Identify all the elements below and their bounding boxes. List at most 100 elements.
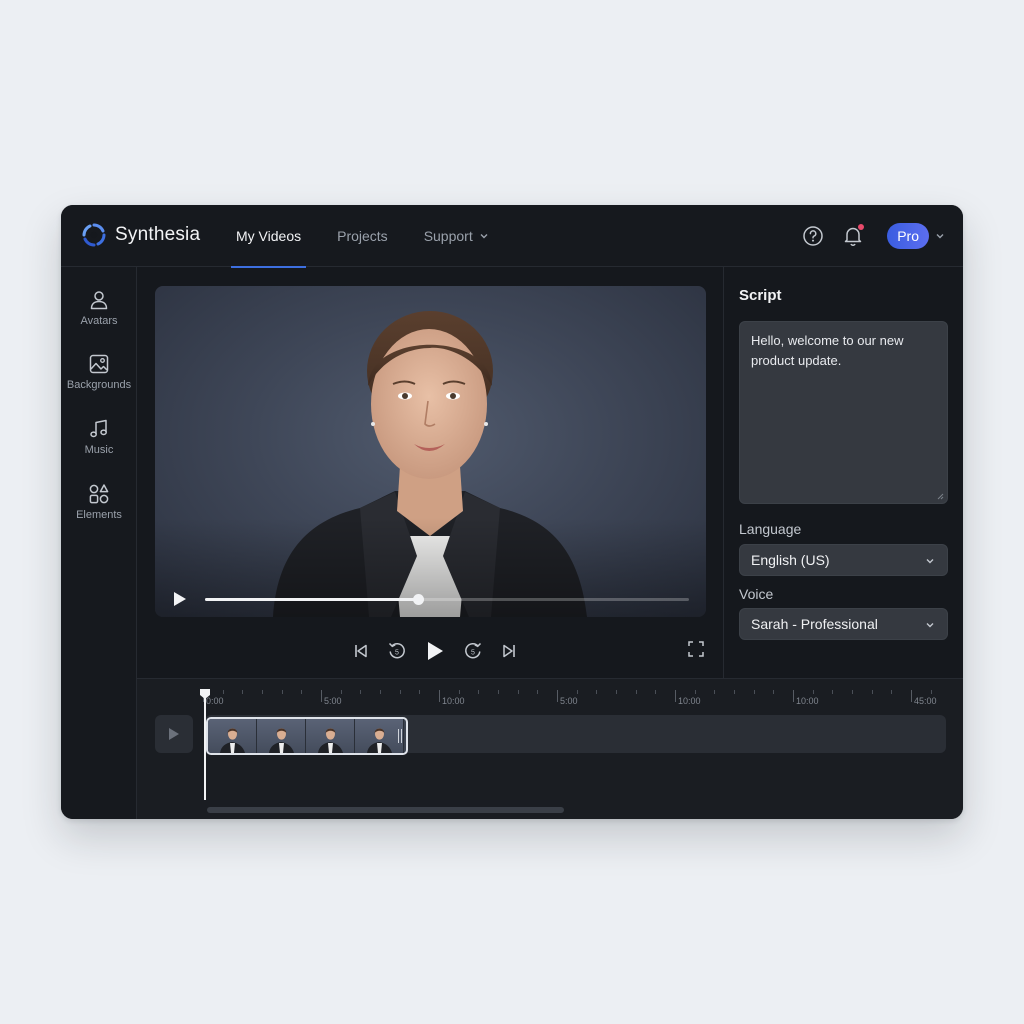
script-text: Hello, welcome to our new product update… [751, 333, 904, 368]
resize-grip-icon[interactable] [936, 492, 944, 500]
preview-overlay [155, 286, 706, 617]
voice-label: Voice [739, 586, 774, 602]
sidebar-item-avatars[interactable]: Avatars [61, 289, 137, 327]
language-select[interactable]: English (US) [739, 544, 948, 576]
ruler-label: 5:00 [324, 696, 342, 706]
playback-controls: 5 5 [349, 637, 533, 665]
ruler-minor-tick [576, 690, 578, 694]
sidebar-item-label: Elements [76, 509, 122, 521]
script-textarea[interactable]: Hello, welcome to our new product update… [739, 321, 948, 504]
timeline[interactable]: 0:00 5:00 10:00 5:00 10:00 10:00 45:00 [137, 678, 963, 819]
sidebar-item-label: Music [84, 444, 114, 456]
voice-select[interactable]: Sarah - Professional [739, 608, 948, 640]
play-icon [428, 642, 443, 660]
ruler-minor-tick [242, 690, 244, 694]
ruler-label: 10:00 [442, 696, 465, 706]
ruler-minor-tick [891, 690, 893, 694]
language-value: English (US) [751, 552, 830, 568]
ruler-minor-tick [655, 690, 657, 694]
top-bar: Synthesia My Videos Projects Support Pro [61, 205, 963, 268]
ruler-minor-tick [812, 690, 814, 694]
track-play-button[interactable] [155, 715, 193, 753]
ruler-major-tick [321, 690, 322, 702]
notifications-button[interactable] [839, 222, 867, 250]
synthesia-logo-icon [82, 223, 106, 247]
ruler-minor-tick [832, 690, 834, 694]
sidebar-item-label: Avatars [80, 315, 118, 327]
ruler-minor-tick [281, 690, 283, 694]
brand-name: Synthesia [115, 224, 201, 245]
user-icon [90, 291, 108, 310]
nav-my-videos-label: My Videos [236, 228, 302, 244]
ruler-minor-tick [399, 690, 401, 694]
panel-title: Script [739, 287, 782, 304]
video-progress-bar[interactable] [205, 594, 689, 605]
timeline-scrollbar[interactable] [207, 807, 564, 813]
forward-button[interactable]: 5 [461, 639, 485, 663]
timeline-ruler[interactable]: 0:00 5:00 10:00 5:00 10:00 10:00 45:00 [203, 687, 938, 709]
account-menu[interactable]: Pro [887, 223, 929, 249]
ruler-minor-tick [635, 690, 637, 694]
sidebar-item-label: Backgrounds [66, 379, 132, 391]
progress-fill [205, 598, 418, 601]
play-icon [169, 728, 179, 740]
ruler-minor-tick [734, 690, 735, 694]
video-preview[interactable] [155, 286, 706, 617]
nav-projects[interactable]: Projects [332, 205, 393, 267]
svg-text:5: 5 [471, 650, 475, 657]
ruler-label: 10:00 [678, 696, 701, 706]
skip-forward-icon [503, 644, 515, 658]
script-panel: Script Hello, welcome to our new product… [723, 267, 963, 678]
ruler-minor-tick [262, 690, 263, 694]
ruler-minor-tick [380, 690, 381, 694]
ruler-minor-tick [340, 690, 342, 694]
play-button[interactable] [421, 637, 449, 665]
svg-text:5: 5 [395, 650, 399, 657]
rewind-button[interactable]: 5 [385, 639, 409, 663]
playhead[interactable] [204, 693, 206, 800]
skip-back-icon [355, 644, 367, 658]
video-clip[interactable] [206, 717, 408, 755]
image-icon [89, 354, 109, 374]
ruler-major-tick [439, 690, 440, 702]
sidebar-item-music[interactable]: Music [61, 418, 137, 456]
ruler-major-tick [557, 690, 558, 702]
chevron-down-icon [926, 559, 934, 564]
sidebar-item-backgrounds[interactable]: Backgrounds [61, 353, 137, 391]
skip-forward-button[interactable] [497, 639, 521, 663]
help-circle-icon [803, 226, 823, 246]
plan-badge: Pro [897, 228, 919, 244]
play-icon[interactable] [173, 591, 187, 607]
language-label: Language [739, 521, 802, 537]
ruler-major-tick [675, 690, 676, 702]
nav-projects-label: Projects [337, 228, 388, 244]
playhead-handle[interactable] [199, 688, 211, 700]
sidebar-item-elements[interactable]: Elements [61, 483, 137, 521]
left-sidebar: Avatars Backgrounds Music Elements [61, 267, 137, 819]
progress-handle[interactable] [412, 594, 424, 605]
clip-thumbnail [208, 719, 257, 753]
chevron-down-icon[interactable] [935, 231, 945, 241]
ruler-minor-tick [852, 690, 853, 694]
ruler-label: 45:00 [914, 696, 937, 706]
skip-back-button[interactable] [349, 639, 373, 663]
clip-trim-handle[interactable] [398, 729, 402, 743]
brand-logo[interactable]: Synthesia [81, 222, 200, 248]
clip-thumbnail [306, 719, 355, 753]
nav-my-videos[interactable]: My Videos [231, 205, 307, 268]
help-button[interactable] [799, 222, 827, 250]
clip-thumbnail [257, 719, 306, 753]
ruler-minor-tick [458, 690, 460, 694]
nav-support[interactable]: Support [419, 205, 494, 267]
voice-value: Sarah - Professional [751, 616, 878, 632]
clip-thumbnail [355, 719, 404, 753]
fullscreen-icon[interactable] [686, 639, 706, 659]
shapes-icon [89, 484, 109, 504]
ruler-minor-tick [596, 690, 598, 694]
ruler-major-tick [793, 690, 794, 702]
rewind-5-icon: 5 [388, 642, 405, 659]
header-actions: Pro [787, 222, 945, 250]
nav-support-label: Support [423, 228, 473, 244]
ruler-minor-tick [694, 690, 696, 694]
ruler-minor-tick [753, 690, 755, 694]
